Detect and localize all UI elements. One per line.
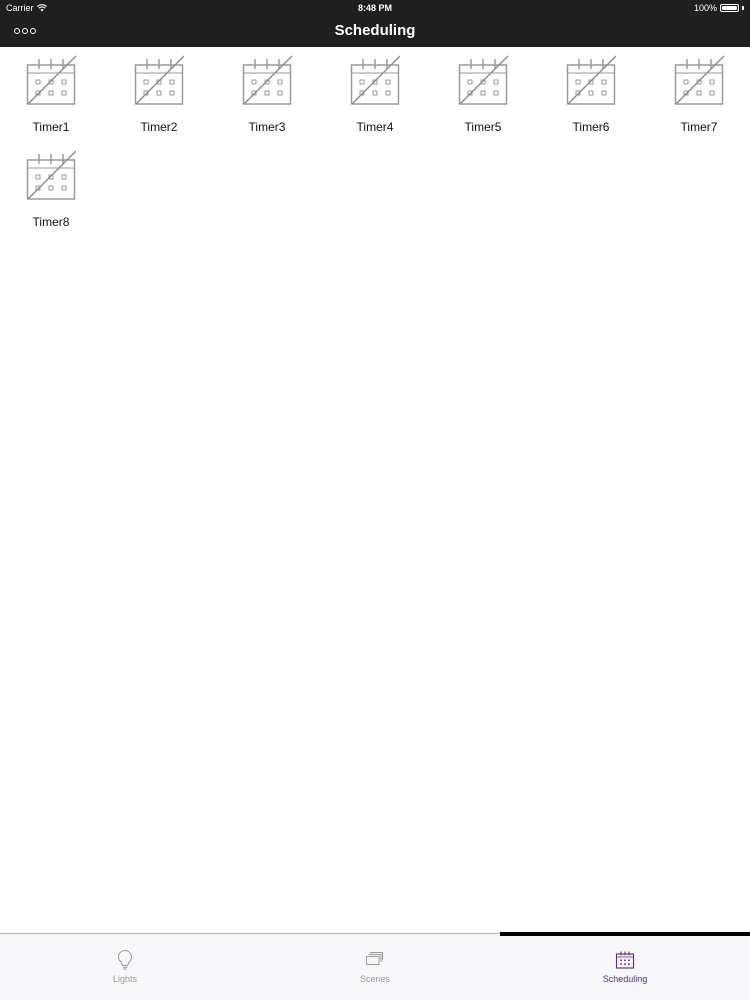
battery-percentage: 100% [693, 3, 717, 13]
calendar-disabled-icon [242, 55, 292, 105]
timer-tile-1[interactable]: Timer1 [6, 47, 96, 137]
timer-tile-3[interactable]: Timer3 [222, 47, 312, 137]
lightbulb-icon [117, 949, 133, 970]
calendar-disabled-icon [566, 55, 616, 105]
timer-label: Timer6 [572, 120, 610, 134]
calendar-disabled-icon [26, 150, 76, 200]
status-battery: 100% [694, 3, 744, 13]
navigation-bar: Carrier 8:48 PM 100% Scheduling [0, 0, 750, 47]
stacked-layers-icon [366, 952, 383, 965]
timer-tile-4[interactable]: Timer4 [330, 47, 420, 137]
timer-label: Timer7 [680, 120, 718, 134]
tab-lights[interactable]: Lights [0, 934, 250, 1000]
calendar-disabled-icon [134, 55, 184, 105]
timer-label: Timer1 [32, 120, 70, 134]
timer-label: Timer5 [464, 120, 502, 134]
timer-label: Timer4 [356, 120, 394, 134]
timer-tile-7[interactable]: Timer7 [654, 47, 744, 137]
timer-tile-8[interactable]: Timer8 [6, 142, 96, 232]
calendar-disabled-icon [26, 55, 76, 105]
calendar-disabled-icon [458, 55, 508, 105]
calendar-icon [615, 951, 635, 969]
battery-icon [720, 4, 739, 12]
status-time: 8:48 PM [357, 3, 392, 13]
tab-scheduling[interactable]: Scheduling [500, 934, 750, 1000]
page-title: Scheduling [334, 22, 416, 39]
tab-label: Scenes [359, 974, 391, 984]
calendar-disabled-icon [674, 55, 724, 105]
timer-label: Timer8 [32, 215, 70, 229]
tab-label: Scheduling [602, 974, 648, 984]
timer-tile-5[interactable]: Timer5 [438, 47, 528, 137]
tab-bar: Lights Scenes Scheduling [0, 932, 750, 1000]
timer-tile-6[interactable]: Timer6 [546, 47, 636, 137]
timer-tile-2[interactable]: Timer2 [114, 47, 204, 137]
calendar-disabled-icon [350, 55, 400, 105]
timer-label: Timer3 [248, 120, 286, 134]
tab-label: Lights [112, 974, 138, 984]
tab-scenes[interactable]: Scenes [250, 934, 500, 1000]
timer-label: Timer2 [140, 120, 178, 134]
